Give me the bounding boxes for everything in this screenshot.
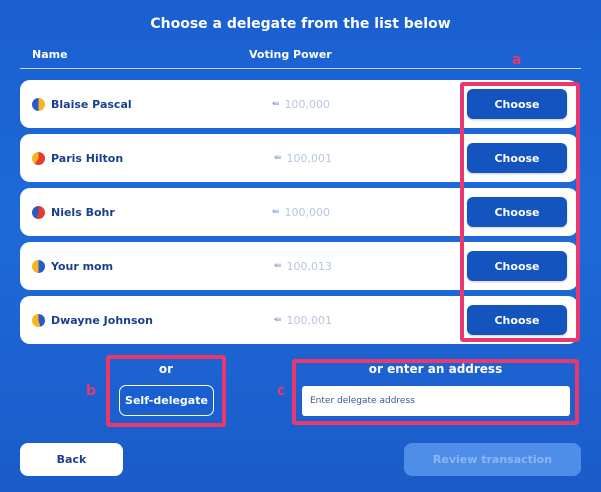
voting-power: ⇚ 100,000 — [272, 206, 330, 219]
voting-power-value: 100,013 — [286, 259, 333, 273]
voting-power: ⇚ 100,001 — [274, 152, 332, 165]
delegate-name: Dwayne Johnson — [51, 313, 153, 327]
avatar — [32, 151, 45, 165]
column-header-name: Name — [32, 48, 68, 61]
voting-power-icon: ⇚ — [274, 315, 282, 325]
voting-power-icon: ⇚ — [272, 207, 280, 217]
avatar — [32, 205, 45, 219]
or-label: or — [158, 362, 174, 376]
self-delegate-button[interactable]: Self-delegate — [119, 385, 214, 416]
marker-b: b — [86, 383, 97, 399]
avatar — [32, 97, 45, 111]
voting-power-icon: ⇚ — [272, 99, 280, 109]
voting-power-icon: ⇚ — [274, 153, 282, 163]
avatar — [32, 313, 45, 327]
delegate-name: Paris Hilton — [51, 151, 124, 165]
voting-power-value: 100,001 — [286, 313, 333, 327]
delegate-name: Your mom — [51, 259, 114, 273]
delegate-name: Niels Bohr — [51, 205, 115, 219]
header-divider — [20, 68, 581, 69]
review-transaction-button[interactable]: Review transaction — [404, 443, 581, 476]
back-button[interactable]: Back — [20, 443, 123, 476]
voting-power-value: 100,000 — [284, 97, 331, 111]
address-label: or enter an address — [368, 362, 503, 376]
voting-power: ⇚ 100,013 — [274, 260, 332, 273]
delegate-address-input[interactable] — [302, 386, 570, 416]
highlight-box-a — [460, 82, 580, 342]
page-title: Choose a delegate from the list below — [150, 16, 451, 32]
voting-power-icon: ⇚ — [274, 261, 282, 271]
voting-power: ⇚ 100,001 — [274, 314, 332, 327]
voting-power-value: 100,001 — [286, 151, 333, 165]
column-header-voting-power: Voting Power — [249, 48, 332, 61]
delegate-name: Blaise Pascal — [51, 97, 132, 111]
voting-power: ⇚ 100,000 — [272, 98, 330, 111]
marker-c: c — [277, 383, 286, 399]
avatar — [32, 259, 45, 273]
marker-a: a — [512, 52, 522, 68]
voting-power-value: 100,000 — [284, 205, 331, 219]
